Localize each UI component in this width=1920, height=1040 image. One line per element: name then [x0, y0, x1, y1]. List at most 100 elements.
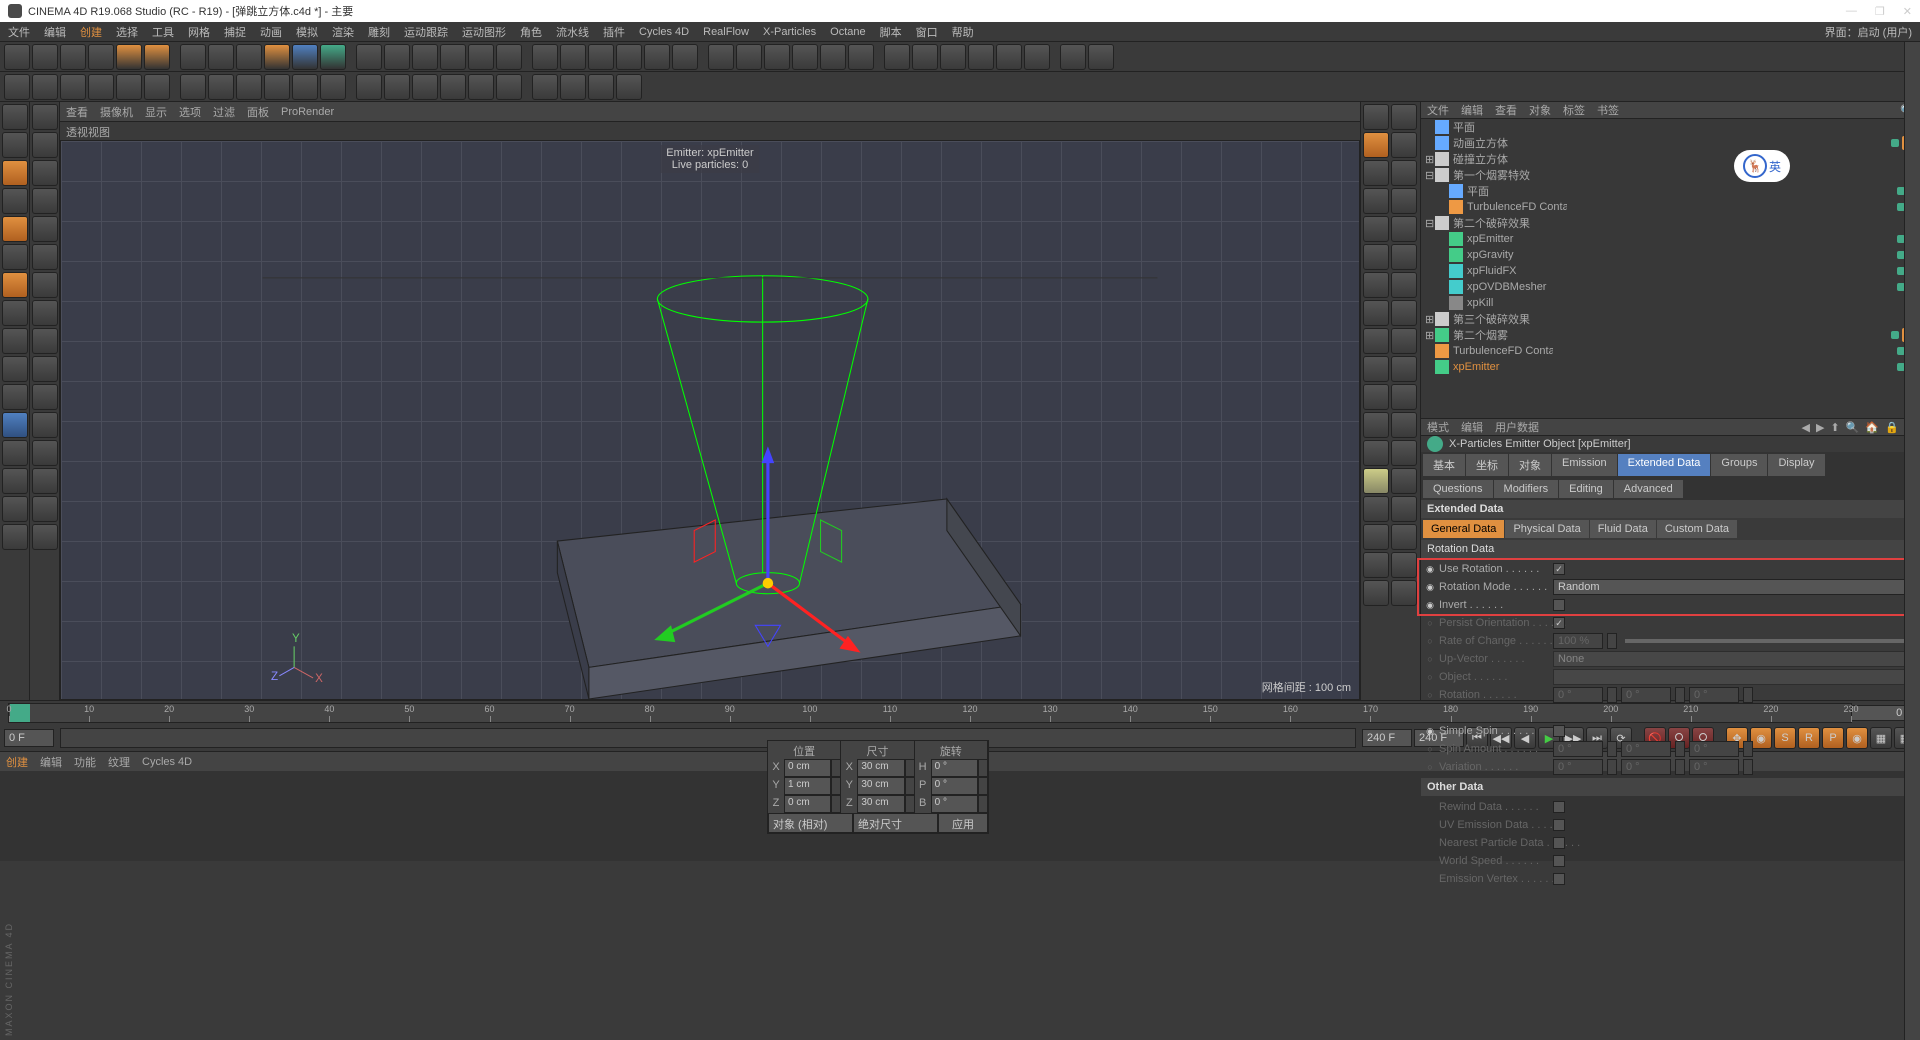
- toolbar-button[interactable]: [616, 74, 642, 100]
- coord-mode-select[interactable]: 对象 (相对): [768, 813, 853, 833]
- material-tab-功能[interactable]: 功能: [74, 754, 96, 770]
- ime-badge[interactable]: 🦌 英: [1734, 150, 1790, 182]
- anim-bullet[interactable]: [1425, 761, 1435, 773]
- toolbar-button[interactable]: [116, 74, 142, 100]
- palette-button[interactable]: [32, 300, 58, 326]
- anim-bullet[interactable]: [1425, 635, 1435, 647]
- toolbar-button[interactable]: [88, 74, 114, 100]
- side-button[interactable]: [1391, 496, 1417, 522]
- tab-坐标[interactable]: 坐标: [1466, 454, 1508, 476]
- toolbar-button[interactable]: [4, 74, 30, 100]
- toolbar-button[interactable]: [144, 44, 170, 70]
- object-row[interactable]: 平面: [1421, 119, 1920, 135]
- menu-运动跟踪[interactable]: 运动跟踪: [404, 24, 448, 40]
- position-input[interactable]: 0 cm: [784, 795, 831, 813]
- toolbar-button[interactable]: [236, 44, 262, 70]
- range-end-input[interactable]: 240 F: [1362, 729, 1412, 747]
- material-tab-编辑[interactable]: 编辑: [40, 754, 62, 770]
- anim-bullet[interactable]: [1425, 689, 1435, 701]
- palette-button[interactable]: [32, 188, 58, 214]
- toolbar-button[interactable]: [532, 44, 558, 70]
- expand-icon[interactable]: ⊟: [1425, 169, 1435, 182]
- toolbar-button[interactable]: [468, 74, 494, 100]
- palette-button[interactable]: [2, 160, 28, 186]
- side-button[interactable]: [1363, 440, 1389, 466]
- side-button[interactable]: [1363, 524, 1389, 550]
- object-row[interactable]: xpGravity: [1421, 247, 1920, 263]
- side-button[interactable]: [1391, 132, 1417, 158]
- palette-button[interactable]: [32, 468, 58, 494]
- menu-运动图形[interactable]: 运动图形: [462, 24, 506, 40]
- toolbar-button[interactable]: [180, 44, 206, 70]
- layout-selector[interactable]: 界面：启动 (用户): [1825, 24, 1912, 40]
- palette-button[interactable]: [2, 272, 28, 298]
- object-name[interactable]: 第三个破碎效果: [1453, 311, 1553, 327]
- menu-角色[interactable]: 角色: [520, 24, 542, 40]
- side-button[interactable]: [1363, 328, 1389, 354]
- menu-窗口[interactable]: 窗口: [916, 24, 938, 40]
- maximize-button[interactable]: ❐: [1875, 5, 1885, 18]
- objmgr-书签[interactable]: 书签: [1597, 102, 1619, 118]
- tab-基本[interactable]: 基本: [1423, 454, 1465, 476]
- toolbar-button[interactable]: [644, 44, 670, 70]
- toolbar-button[interactable]: [588, 74, 614, 100]
- side-button[interactable]: [1391, 104, 1417, 130]
- toolbar-button[interactable]: [144, 74, 170, 100]
- toolbar-button[interactable]: [588, 44, 614, 70]
- size-input[interactable]: 30 cm: [857, 795, 904, 813]
- object-row[interactable]: xpEmitter: [1421, 359, 1920, 375]
- object-name[interactable]: xpEmitter: [1453, 361, 1553, 373]
- toolbar-button[interactable]: [292, 44, 318, 70]
- object-tree[interactable]: 平面动画立方体⊞碰撞立方体⊟第一个烟雾特效平面TurbulenceFD Cont…: [1421, 119, 1920, 419]
- size-input[interactable]: 30 cm: [857, 777, 904, 795]
- side-button[interactable]: [1363, 356, 1389, 382]
- palette-button[interactable]: [2, 496, 28, 522]
- toolbar-button[interactable]: [356, 44, 382, 70]
- side-button[interactable]: [1363, 496, 1389, 522]
- toolbar-button[interactable]: [764, 44, 790, 70]
- vp-menu-显示[interactable]: 显示: [145, 104, 167, 120]
- palette-button[interactable]: [2, 104, 28, 130]
- side-button[interactable]: [1391, 356, 1417, 382]
- anim-bullet[interactable]: [1425, 653, 1435, 665]
- toolbar-button[interactable]: [560, 44, 586, 70]
- expand-icon[interactable]: ⊟: [1425, 217, 1435, 230]
- objmgr-对象[interactable]: 对象: [1529, 102, 1551, 118]
- toolbar-button[interactable]: [468, 44, 494, 70]
- palette-button[interactable]: [2, 300, 28, 326]
- palette-button[interactable]: [32, 216, 58, 242]
- anim-bullet[interactable]: [1425, 581, 1435, 593]
- palette-button[interactable]: [32, 496, 58, 522]
- toolbar-button[interactable]: [384, 44, 410, 70]
- innertab-Fluid Data[interactable]: Fluid Data: [1590, 520, 1656, 538]
- palette-button[interactable]: [32, 384, 58, 410]
- palette-button[interactable]: [32, 328, 58, 354]
- menu-网格[interactable]: 网格: [188, 24, 210, 40]
- palette-button[interactable]: [32, 524, 58, 550]
- object-row[interactable]: 平面: [1421, 183, 1920, 199]
- checkbox[interactable]: [1553, 599, 1565, 611]
- position-input[interactable]: 1 cm: [784, 777, 831, 795]
- object-name[interactable]: 碰撞立方体: [1453, 151, 1553, 167]
- object-row[interactable]: ⊞碰撞立方体: [1421, 151, 1920, 167]
- toolbar-button[interactable]: [560, 74, 586, 100]
- attr-nav-icon[interactable]: 🏠: [1865, 421, 1879, 434]
- menu-渲染[interactable]: 渲染: [332, 24, 354, 40]
- menu-帮助[interactable]: 帮助: [952, 24, 974, 40]
- menu-模拟[interactable]: 模拟: [296, 24, 318, 40]
- menu-插件[interactable]: 插件: [603, 24, 625, 40]
- rotation-input[interactable]: 0 °: [931, 777, 978, 795]
- toolbar-button[interactable]: [884, 44, 910, 70]
- menu-文件[interactable]: 文件: [8, 24, 30, 40]
- menu-X-Particles[interactable]: X-Particles: [763, 26, 816, 38]
- menu-脚本[interactable]: 脚本: [880, 24, 902, 40]
- minimize-button[interactable]: —: [1846, 5, 1857, 18]
- menu-Octane[interactable]: Octane: [830, 26, 865, 38]
- toolbar-button[interactable]: [1088, 44, 1114, 70]
- object-row[interactable]: TurbulenceFD Contair: [1421, 199, 1920, 215]
- toolbar-button[interactable]: [264, 74, 290, 100]
- palette-button[interactable]: [32, 440, 58, 466]
- size-input[interactable]: 30 cm: [857, 759, 904, 777]
- palette-button[interactable]: [32, 104, 58, 130]
- material-tab-Cycles 4D[interactable]: Cycles 4D: [142, 756, 192, 768]
